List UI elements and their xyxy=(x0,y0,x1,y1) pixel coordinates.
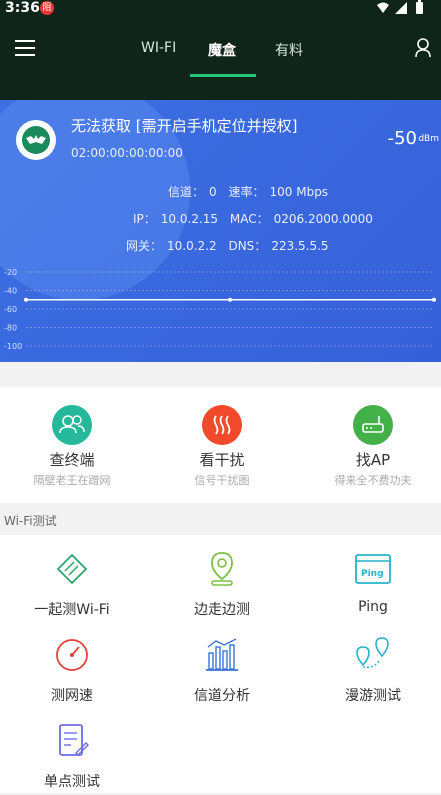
test-roaming[interactable]: 漫游测试 xyxy=(313,635,433,705)
signal-point xyxy=(228,297,232,302)
tab-wifi[interactable]: WI-FI xyxy=(141,40,176,56)
ip-label: IP： xyxy=(133,212,156,226)
heat-waves-icon xyxy=(202,405,242,445)
channel-value: 0 xyxy=(209,185,217,199)
chart-tick-label: -20 xyxy=(4,268,17,277)
wifi-ssid: 无法获取 [需开启手机定位并授权] xyxy=(71,117,298,135)
test-label: 信道分析 xyxy=(194,688,250,704)
quick-action-sub: 隔壁老王在蹭网 xyxy=(33,474,111,487)
test-label: 一起测Wi-Fi xyxy=(34,602,110,618)
test-channel-analysis[interactable]: 信道分析 xyxy=(162,635,282,705)
section-title-wifi-test: Wi-Fi测试 xyxy=(4,514,57,528)
chart-tick-label: -100 xyxy=(4,342,22,351)
roaming-pins-icon xyxy=(356,637,389,669)
test-walk[interactable]: 边走边测 xyxy=(162,549,282,619)
dns-label: DNS： xyxy=(228,239,267,253)
user-icon[interactable] xyxy=(415,38,431,58)
gateway-value: 10.0.2.2 xyxy=(167,239,217,253)
rate-value: 100 Mbps xyxy=(269,185,329,199)
quick-action-label: 找AP xyxy=(355,451,391,469)
bar-chart-icon xyxy=(206,638,238,671)
test-single-point[interactable]: 单点测试 xyxy=(12,721,132,791)
tag-icon xyxy=(56,553,88,585)
quick-actions-panel: 查终端 隔壁老王在蹭网 看干扰 信号干扰图 找AP 得来全不费功夫 xyxy=(0,387,441,503)
chart-tick-label: -60 xyxy=(4,305,17,314)
signal-unit: dBm xyxy=(418,134,439,144)
location-pin-icon xyxy=(211,552,233,586)
test-label: 漫游测试 xyxy=(345,688,401,704)
signal-strength: -50 xyxy=(387,128,417,149)
test-label: Ping xyxy=(358,599,388,615)
status-bar: 3:36 阻 xyxy=(0,0,441,18)
document-edit-icon xyxy=(59,724,89,756)
test-together-wifi[interactable]: 一起测Wi-Fi xyxy=(12,549,132,619)
channel-rate-row: 信道： 0 速率： 100 Mbps xyxy=(168,183,333,200)
test-label: 边走边测 xyxy=(194,602,250,618)
chart-tick-label: -40 xyxy=(4,287,17,296)
tab-magic-box[interactable]: 魔盒 xyxy=(208,40,236,60)
tab-bar: WI-FI 魔盒 有料 xyxy=(0,36,441,76)
wifi-test-grid: 一起测Wi-Fi 边走边测 Ping Ping 测网速 信道分析 漫游测试 单点… xyxy=(0,535,441,793)
quick-action-label: 看干扰 xyxy=(199,451,245,469)
quick-action-sub: 得来全不费功夫 xyxy=(334,474,412,487)
quick-action-interference[interactable]: 看干扰 信号干扰图 xyxy=(162,405,282,488)
signal-point xyxy=(432,297,436,302)
gateway-dns-row: 网关： 10.0.2.2 DNS： 223.5.5.5 xyxy=(126,237,334,254)
chart-tick-label: -80 xyxy=(4,324,17,333)
quick-action-terminals[interactable]: 查终端 隔壁老王在蹭网 xyxy=(12,405,132,488)
mac-value: 0206.2000.0000 xyxy=(273,212,373,226)
wifi-bssid: 02:00:00:00:00:00 xyxy=(71,146,183,160)
test-label: 测网速 xyxy=(51,688,93,704)
quick-action-find-ap[interactable]: 找AP 得来全不费功夫 xyxy=(313,405,433,488)
gateway-label: 网关： xyxy=(126,239,163,253)
tab-indicator xyxy=(190,74,256,77)
signal-point xyxy=(24,297,28,302)
quick-action-label: 查终端 xyxy=(49,451,95,469)
ip-mac-row: IP： 10.0.2.15 MAC： 0206.2000.0000 xyxy=(133,210,378,227)
tab-feed[interactable]: 有料 xyxy=(275,40,303,60)
channel-label: 信道： xyxy=(168,185,205,199)
speedometer-icon xyxy=(56,639,88,671)
wifi-battery-icon xyxy=(377,0,423,14)
status-icons xyxy=(375,0,435,20)
svg-text:Ping: Ping xyxy=(361,569,384,579)
ip-value: 10.0.2.15 xyxy=(160,212,219,226)
top-bar: 3:36 阻 WI-FI 魔盒 有料 xyxy=(0,0,441,100)
people-icon xyxy=(52,405,92,445)
test-label: 单点测试 xyxy=(44,774,100,790)
rate-label: 速率： xyxy=(228,185,265,199)
dns-value: 223.5.5.5 xyxy=(271,239,329,253)
router-icon xyxy=(353,405,393,445)
notification-badge-icon: 阻 xyxy=(40,1,54,15)
test-ping[interactable]: Ping Ping xyxy=(313,549,433,615)
app-logo-icon xyxy=(16,120,56,160)
test-speed[interactable]: 测网速 xyxy=(12,635,132,705)
signal-chart: -20 -40 -60 -80 -100 xyxy=(4,268,436,351)
ping-window-icon: Ping xyxy=(355,554,391,584)
mac-label: MAC： xyxy=(229,212,269,226)
status-time: 3:36 xyxy=(5,0,40,16)
quick-action-sub: 信号干扰图 xyxy=(194,474,250,487)
